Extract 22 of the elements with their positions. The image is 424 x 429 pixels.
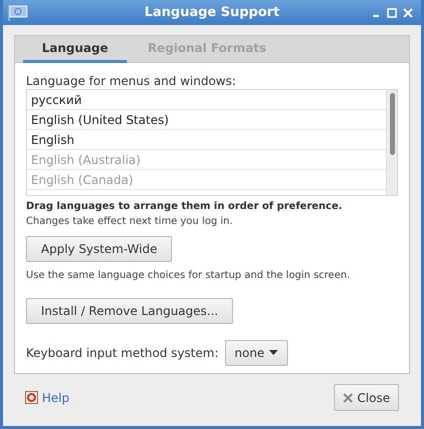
- close-icon: [343, 392, 354, 402]
- changes-note: Changes take effect next time you log in.: [26, 215, 234, 229]
- list-label: Language for menus and windows:: [26, 73, 237, 88]
- keyboard-label: Keyboard input method system:: [26, 345, 218, 362]
- language-item[interactable]: English (United States): [27, 110, 386, 130]
- maximize-icon[interactable]: [387, 8, 397, 18]
- scrollbar[interactable]: [386, 90, 397, 195]
- help-link[interactable]: Help: [25, 388, 70, 406]
- close-button[interactable]: Close: [334, 384, 399, 411]
- tab[interactable]: Language: [23, 36, 127, 63]
- flag-icon: [7, 4, 29, 22]
- window-title: Language Support: [144, 4, 280, 22]
- close-icon[interactable]: [403, 8, 413, 18]
- language-item[interactable]: русский: [27, 90, 386, 110]
- lifebuoy-icon: [25, 391, 38, 404]
- drag-hint: Drag languages to arrange them in order of preference.: [26, 200, 344, 214]
- language-item[interactable]: English: [27, 130, 386, 150]
- caret-icon: [269, 350, 278, 356]
- apply-system-wide-button[interactable]: Apply System-Wide: [26, 236, 172, 262]
- install-languages-button[interactable]: Install / Remove Languages...: [26, 298, 234, 324]
- apply-note: Use the same language choices for startup and the login screen.: [26, 269, 351, 283]
- input-method-dropdown[interactable]: none: [224, 340, 288, 366]
